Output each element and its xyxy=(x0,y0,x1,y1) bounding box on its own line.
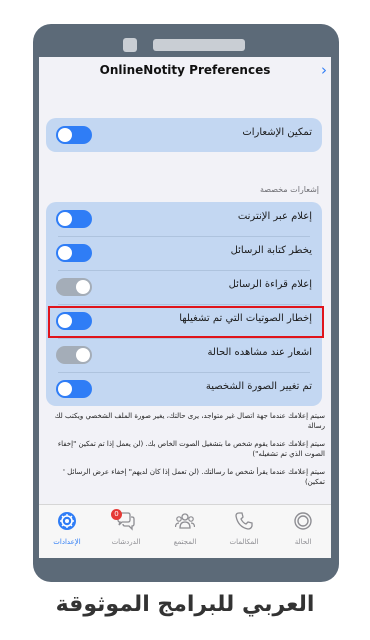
custom-notifications-card: إعلام عبر الإنترنت يخطر كتابة الرسائل إع… xyxy=(46,202,322,406)
toggle-knob xyxy=(58,128,72,142)
setting-label: يخطر كتابة الرسائل xyxy=(230,245,312,256)
highlight-box xyxy=(48,306,324,338)
enable-notifications-card: تمكين الإشعارات xyxy=(46,118,322,152)
typing-toggle[interactable] xyxy=(56,244,92,262)
tab-chats[interactable]: 0 الدردشات xyxy=(98,509,154,555)
toggle-knob xyxy=(76,280,90,294)
toggle-knob xyxy=(58,212,72,226)
phone-screen: OnlineNotity Preferences › تمكين الإشعار… xyxy=(39,57,331,558)
caption: العربي للبرامج الموثوقة xyxy=(55,592,315,617)
toggle-knob xyxy=(58,246,72,260)
toggle-knob xyxy=(76,348,90,362)
tab-settings[interactable]: الإعدادات xyxy=(39,511,95,555)
enable-notifications-label: تمكين الإشعارات xyxy=(242,127,312,138)
tab-label: المكالمات xyxy=(229,538,259,546)
setting-label: إعلام عبر الإنترنت xyxy=(237,211,312,222)
tab-label: الدردشات xyxy=(111,538,141,546)
tab-label: الحالة xyxy=(294,538,312,546)
community-icon xyxy=(175,513,195,529)
profile-photo-toggle[interactable] xyxy=(56,380,92,398)
phone-icon xyxy=(235,512,253,530)
tab-status[interactable]: الحالة xyxy=(275,511,331,555)
status-ring-icon xyxy=(294,512,312,530)
camera-icon xyxy=(123,38,137,52)
setting-row-typing[interactable]: يخطر كتابة الرسائل xyxy=(46,236,322,270)
setting-row-online[interactable]: إعلام عبر الإنترنت xyxy=(46,202,322,236)
read-toggle[interactable] xyxy=(56,278,92,296)
setting-row-status-view[interactable]: اشعار عند مشاهده الحالة xyxy=(46,338,322,372)
tab-label: الإعدادات xyxy=(53,538,81,546)
tab-calls[interactable]: المكالمات xyxy=(216,511,272,555)
footnote: سيتم إعلامك عندما يقوم شخص ما بتشغيل الص… xyxy=(57,440,325,458)
online-toggle[interactable] xyxy=(56,210,92,228)
setting-label: إعلام قراءة الرسائل xyxy=(228,279,312,290)
setting-label: اشعار عند مشاهده الحالة xyxy=(207,347,312,358)
section-header: إشعارات مخصصة xyxy=(260,185,319,194)
setting-row-read[interactable]: إعلام قراءة الرسائل xyxy=(46,270,322,304)
footnote: سيتم إعلامك عندما يقرأ شخص ما رسالتك. (ل… xyxy=(63,468,325,486)
setting-label: تم تغيير الصورة الشخصية xyxy=(205,381,312,392)
settings-gear-icon xyxy=(58,512,76,530)
tab-community[interactable]: المجتمع xyxy=(157,511,213,555)
status-view-toggle[interactable] xyxy=(56,346,92,364)
footnote: سيتم إعلامك عندما جهة اتصال غير متواجد، … xyxy=(54,412,325,430)
speaker-grille xyxy=(153,39,245,51)
toggle-knob xyxy=(58,382,72,396)
unread-badge: 0 xyxy=(111,509,122,520)
enable-notifications-row[interactable]: تمكين الإشعارات xyxy=(46,118,322,152)
setting-row-profile-photo[interactable]: تم تغيير الصورة الشخصية xyxy=(46,372,322,406)
enable-notifications-toggle[interactable] xyxy=(56,126,92,144)
tab-label: المجتمع xyxy=(173,538,197,546)
page-title: OnlineNotity Preferences xyxy=(99,63,271,77)
chevron-right-icon[interactable]: › xyxy=(321,61,327,79)
tab-bar: الحالة المكالمات المجتمع 0 الدردشات الإع… xyxy=(39,504,331,558)
